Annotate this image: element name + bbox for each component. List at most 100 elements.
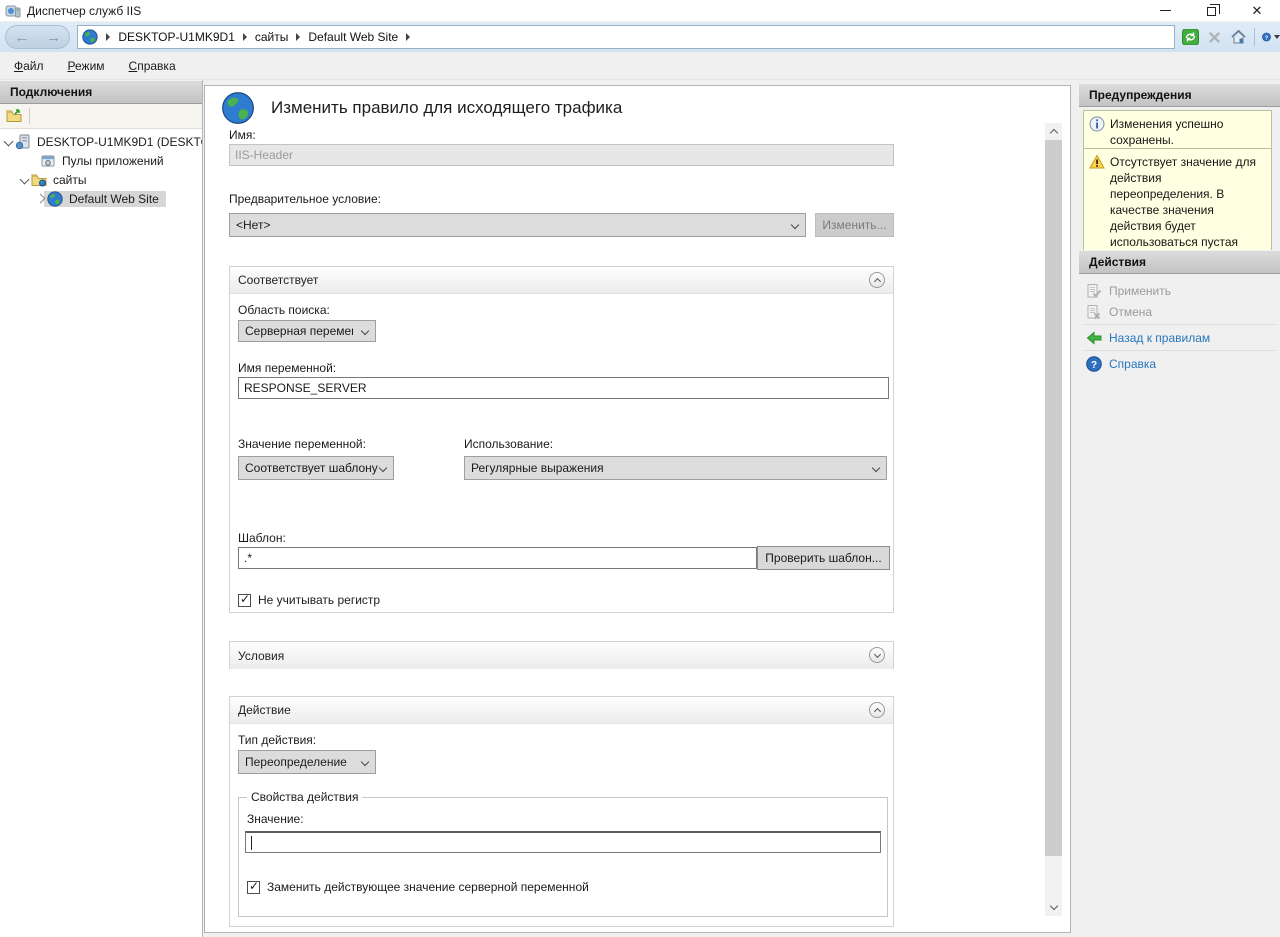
chevron-down-icon (379, 464, 387, 472)
forward-button[interactable]: → (46, 30, 61, 45)
variable-value-select[interactable]: Соответствует шаблону (238, 456, 394, 480)
create-connection-button[interactable] (3, 106, 25, 127)
help-label[interactable]: Справка (1109, 357, 1156, 371)
tree-item-server[interactable]: DESKTOP-U1MK9D1 (DESKTOI (0, 132, 202, 151)
name-input: IIS-Header (229, 144, 894, 166)
svg-text:?: ? (1091, 360, 1097, 371)
toolbar-separator (29, 108, 30, 124)
action-properties-legend: Свойства действия (247, 790, 362, 804)
toolbar-separator (1254, 28, 1255, 46)
scope-value: Серверная переменн (245, 324, 353, 338)
breadcrumb[interactable]: DESKTOP-U1MK9D1 сайты Default Web Site (77, 25, 1175, 49)
ignore-case-checkbox-row[interactable]: ✓ Не учитывать регистр (238, 593, 380, 607)
actions-header: Действия (1079, 250, 1280, 274)
cancel-button: Отмена (1079, 301, 1280, 322)
checkbox-checked-icon[interactable]: ✓ (247, 881, 260, 894)
connections-toolbar (0, 104, 202, 129)
pattern-input[interactable]: .* (238, 547, 757, 569)
action-value-input[interactable] (245, 831, 881, 853)
separator (1083, 350, 1276, 351)
replace-value-checkbox-row[interactable]: ✓ Заменить действующее значение серверно… (247, 880, 589, 894)
help-button[interactable]: ? (1262, 29, 1280, 46)
home-button[interactable] (1229, 29, 1247, 46)
scroll-up-button[interactable] (1045, 123, 1062, 140)
breadcrumb-server[interactable]: DESKTOP-U1MK9D1 (118, 30, 234, 44)
variable-name-label: Имя переменной: (238, 361, 336, 375)
action-section-header: Действие (230, 697, 893, 724)
back-to-rules-label[interactable]: Назад к правилам (1109, 331, 1210, 345)
tree-item-sites[interactable]: сайты (0, 170, 202, 189)
breadcrumb-sites[interactable]: сайты (255, 30, 289, 44)
nav-history-group: ← → (5, 25, 70, 49)
connections-panel: Подключения DESKTOP-U1MK9D1 (DESKTOI (0, 80, 203, 937)
tree-item-label[interactable]: DESKTOP-U1MK9D1 (DESKTOI (34, 134, 202, 150)
iis-logo-icon (5, 3, 21, 19)
feature-page: Изменить правило для исходящего трафика … (204, 85, 1071, 933)
separator (1083, 324, 1276, 325)
scroll-thumb[interactable] (1045, 140, 1062, 856)
action-properties-group: Свойства действия Значение: ✓ Заменить д… (238, 797, 888, 917)
menu-file[interactable]: Файл (4, 55, 54, 77)
action-section: Действие Тип действия: Переопределение С… (229, 696, 894, 927)
minimize-button[interactable] (1142, 0, 1188, 21)
app-pools-icon (40, 153, 56, 169)
usage-value: Регулярные выражения (471, 461, 604, 475)
chevron-right-icon (406, 33, 410, 41)
globe-icon (82, 29, 98, 45)
apply-label: Применить (1109, 284, 1171, 298)
apply-button: Применить (1079, 280, 1280, 301)
collapse-chevron-icon[interactable] (4, 137, 14, 147)
actions-list: Применить Отмена Назад к правилам ? Спра… (1079, 280, 1280, 374)
refresh-button[interactable] (1181, 29, 1199, 46)
scroll-down-button[interactable] (1045, 899, 1062, 916)
tree-item-app-pools[interactable]: Пулы приложений (0, 151, 202, 170)
collapse-match-button[interactable] (869, 272, 885, 288)
test-pattern-button[interactable]: Проверить шаблон... (757, 546, 890, 570)
collapse-chevron-icon[interactable] (20, 175, 30, 185)
info-icon (1089, 116, 1105, 132)
checkbox-checked-icon[interactable]: ✓ (238, 594, 251, 607)
chevron-up-icon (873, 278, 880, 285)
navigation-bar: ← → DESKTOP-U1MK9D1 сайты Default Web Si… (0, 22, 1280, 52)
pattern-label: Шаблон: (238, 531, 286, 545)
variable-value-label: Значение переменной: (238, 437, 366, 451)
conditions-header-label: Условия (238, 649, 284, 663)
stop-icon (1207, 30, 1222, 45)
menu-mode[interactable]: Режим (58, 55, 115, 77)
restore-button[interactable] (1188, 0, 1234, 21)
stop-button (1205, 29, 1223, 46)
match-section-header: Соответствует (230, 267, 893, 294)
expand-conditions-button[interactable] (869, 647, 885, 663)
conditions-section: Условия (229, 641, 894, 669)
precondition-value: <Нет> (236, 218, 270, 232)
usage-select[interactable]: Регулярные выражения (464, 456, 887, 480)
name-label: Имя: (229, 128, 256, 142)
tree-item-label[interactable]: Default Web Site (66, 191, 162, 207)
restore-icon (1207, 7, 1216, 16)
precondition-select[interactable]: <Нет> (229, 213, 806, 237)
action-type-select[interactable]: Переопределение (238, 750, 376, 774)
menu-help[interactable]: Справка (119, 55, 186, 77)
action-value-label: Значение: (247, 812, 304, 826)
server-icon (15, 134, 31, 150)
breadcrumb-site[interactable]: Default Web Site (308, 30, 398, 44)
folder-arrow-icon (6, 108, 22, 124)
back-button[interactable]: ← (14, 30, 29, 45)
close-icon: ✕ (1252, 4, 1263, 17)
vertical-scrollbar[interactable] (1045, 123, 1062, 916)
help-link[interactable]: ? Справка (1079, 353, 1280, 374)
close-button[interactable]: ✕ (1234, 0, 1280, 21)
right-panel: Предупреждения Изменения успешно сохране… (1079, 80, 1280, 937)
tree-item-label[interactable]: сайты (50, 172, 90, 188)
variable-name-input[interactable]: RESPONSE_SERVER (238, 377, 889, 399)
scope-select[interactable]: Серверная переменн (238, 320, 376, 342)
chevron-up-icon (873, 708, 880, 715)
minimize-icon (1160, 10, 1171, 11)
collapse-action-button[interactable] (869, 702, 885, 718)
warning-icon (1089, 154, 1105, 170)
precondition-label: Предварительное условие: (229, 192, 381, 206)
back-to-rules-link[interactable]: Назад к правилам (1079, 327, 1280, 348)
tree-item-label[interactable]: Пулы приложений (59, 153, 167, 169)
back-arrow-icon (1086, 330, 1102, 346)
tree-item-default-web-site[interactable]: Default Web Site (0, 189, 202, 208)
